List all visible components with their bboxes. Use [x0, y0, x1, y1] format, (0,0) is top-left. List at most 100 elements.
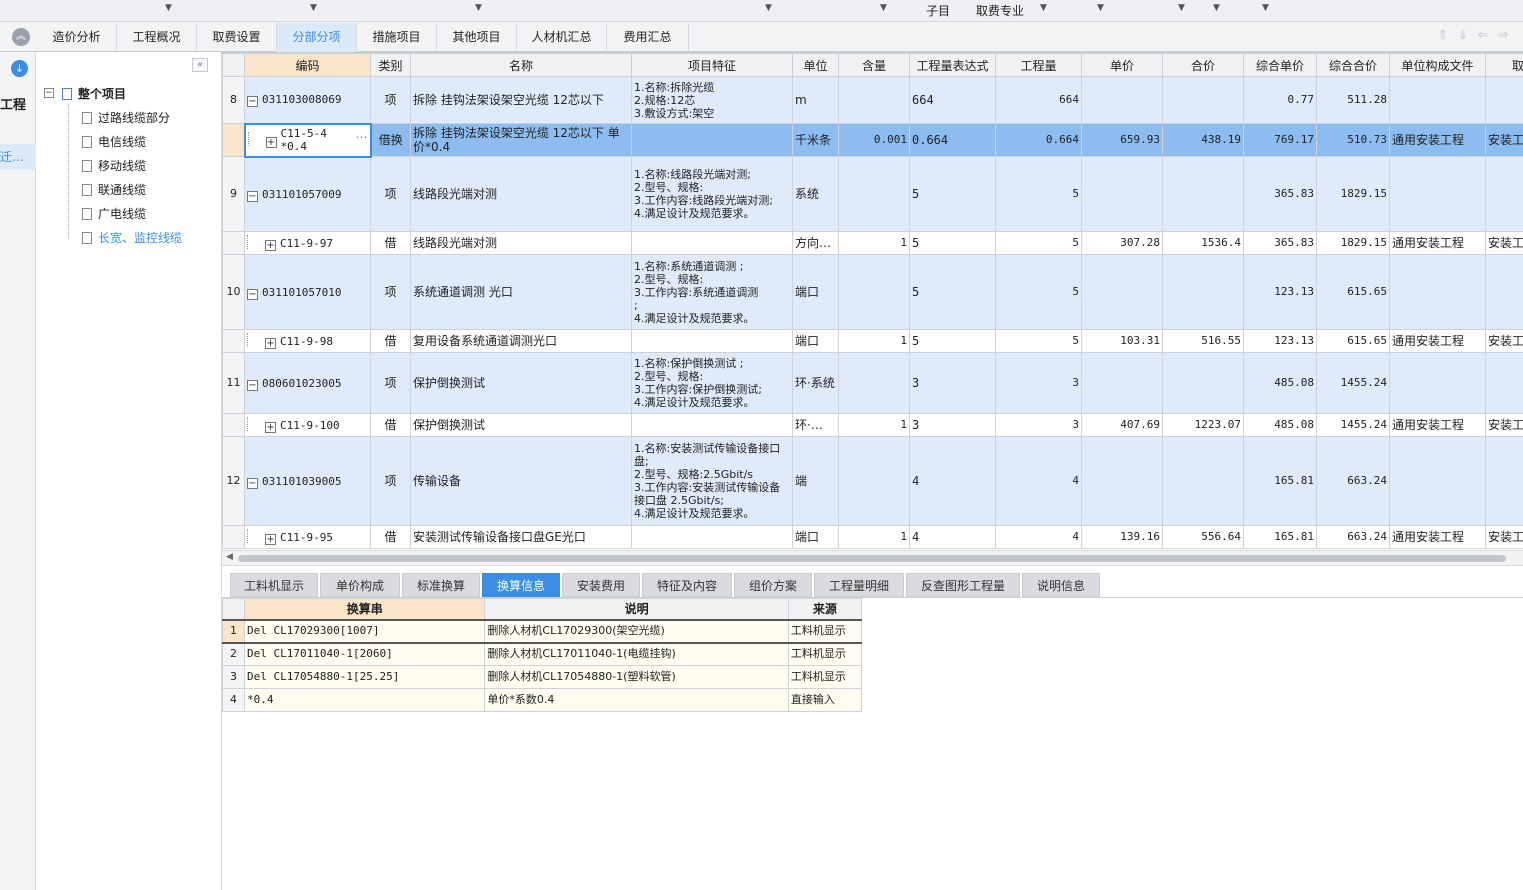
dropdown-arrow-icon[interactable]: ▼	[1262, 3, 1269, 13]
dropdown-arrow-icon[interactable]: ▼	[1213, 3, 1220, 13]
type-cell[interactable]: 项	[370, 254, 411, 330]
col-header-qty-expr[interactable]: 工程量表达式	[909, 53, 996, 77]
unit-cell[interactable]: 千米条	[792, 123, 839, 157]
composite-price-cell[interactable]: 485.08	[1243, 352, 1317, 414]
total-cell[interactable]	[1162, 156, 1244, 232]
tree-expand-icon[interactable]: −	[44, 88, 54, 98]
composite-total-cell[interactable]: 1829.15	[1316, 231, 1390, 255]
qty-cell[interactable]: 3	[995, 413, 1082, 437]
col-header-price-file[interactable]: 单位构成文件	[1389, 53, 1486, 77]
unit-price-cell[interactable]: 407.69	[1081, 413, 1163, 437]
code-cell[interactable]: −031103008069	[244, 76, 371, 124]
tab-features-content[interactable]: 特征及内容	[642, 573, 732, 597]
qty-cell[interactable]: 5	[995, 329, 1082, 353]
content-cell[interactable]	[838, 156, 910, 232]
fee-cell[interactable]	[1485, 436, 1523, 526]
tab-install-fees[interactable]: 安装费用	[562, 573, 640, 597]
price-file-cell[interactable]	[1389, 76, 1486, 124]
tree-root[interactable]: 整个项目	[62, 84, 126, 104]
code-cell[interactable]: + C11-9-97	[244, 231, 371, 255]
total-cell[interactable]: 1536.4	[1162, 231, 1244, 255]
price-file-cell[interactable]	[1389, 254, 1486, 330]
type-cell[interactable]: 项	[370, 352, 411, 414]
price-file-cell[interactable]: 通用安装工程	[1389, 413, 1486, 437]
code-cell[interactable]: + C11-9-98	[244, 329, 371, 353]
col-header-composite-total[interactable]: 综合合价	[1316, 53, 1390, 77]
unit-price-cell[interactable]	[1081, 156, 1163, 232]
tab-labor-material-summary[interactable]: 人材机汇总	[517, 23, 607, 52]
feature-cell[interactable]	[631, 123, 793, 157]
dropdown-arrow-icon[interactable]: ▼	[165, 3, 172, 13]
composite-price-cell[interactable]: 769.17	[1243, 123, 1317, 157]
content-cell[interactable]: 1	[838, 525, 910, 549]
type-cell[interactable]: 借	[370, 329, 411, 353]
tree-item[interactable]: 移动线缆	[82, 156, 146, 176]
feature-cell[interactable]	[631, 525, 793, 549]
content-cell[interactable]	[838, 76, 910, 124]
qty-cell[interactable]: 0.664	[995, 123, 1082, 157]
tree-item[interactable]: 电信线缆	[82, 132, 146, 152]
col-header-feature[interactable]: 项目特征	[631, 53, 793, 77]
expand-plus-icon[interactable]: +	[265, 422, 276, 433]
dropdown-arrow-icon[interactable]: ▼	[1040, 3, 1047, 13]
price-file-cell[interactable]	[1389, 352, 1486, 414]
qty-cell[interactable]: 664	[995, 76, 1082, 124]
total-cell[interactable]	[1162, 254, 1244, 330]
qty-cell[interactable]: 4	[995, 525, 1082, 549]
tab-reverse-check-graphic[interactable]: 反查图形工程量	[906, 573, 1020, 597]
col-header-code[interactable]: 编码	[244, 53, 371, 77]
quota-row[interactable]: + C11-9-98 借复用设备系统通道调测光口 端口 1 5 5 103.31 516.55 1…	[222, 329, 1523, 353]
scrollbar-thumb[interactable]	[238, 555, 1506, 562]
composite-total-cell[interactable]: 1455.24	[1316, 413, 1390, 437]
content-cell[interactable]	[838, 254, 910, 330]
tab-fee-summary[interactable]: 费用汇总	[607, 23, 689, 52]
move-right-icon[interactable]: ⇒	[1493, 28, 1513, 43]
tab-sub-items[interactable]: 分部分项	[277, 23, 357, 52]
feature-cell[interactable]: 1.名称:线路段光端对测; 2.型号、规格: 3.工作内容:线路段光端对测; 4…	[631, 156, 793, 232]
bill-item-row[interactable]: 9−031101057009 项线路段光端对测 1.名称:线路段光端对测; 2.型号…	[222, 156, 1523, 232]
expand-plus-icon[interactable]: +	[265, 338, 276, 349]
unit-cell[interactable]: 端口	[792, 329, 839, 353]
code-cell[interactable]: +C11-5-4 *0.4 ⋯	[243, 122, 372, 158]
unit-cell[interactable]: 端口	[792, 254, 839, 330]
name-cell[interactable]: 保护倒换测试	[410, 352, 632, 414]
qty-expr-cell[interactable]: 5	[909, 254, 996, 330]
dropdown-arrow-icon[interactable]: ▼	[880, 3, 887, 13]
unit-price-cell[interactable]	[1081, 76, 1163, 124]
qty-cell[interactable]: 4	[995, 436, 1082, 526]
total-cell[interactable]: 1223.07	[1162, 413, 1244, 437]
tab-pricing-scheme[interactable]: 组价方案	[734, 573, 812, 597]
conversion-row[interactable]: 3 Del CL17054880-1[25.25] 删除人材机CL1705488…	[221, 665, 863, 689]
conversion-row[interactable]: 2 Del CL17011040-1[2060] 删除人材机CL17011040…	[221, 642, 863, 666]
qty-expr-cell[interactable]: 3	[909, 352, 996, 414]
composite-price-cell[interactable]: 485.08	[1243, 413, 1317, 437]
col-header-total[interactable]: 合价	[1162, 53, 1244, 77]
conversion-row[interactable]: 4 *0.4 单价*系数0.4 直接输入	[221, 688, 863, 712]
scroll-left-icon[interactable]: ◀	[226, 552, 233, 562]
type-cell[interactable]: 借	[370, 525, 411, 549]
source-cell[interactable]: 工料机显示	[787, 665, 863, 689]
composite-total-cell[interactable]: 663.24	[1316, 525, 1390, 549]
total-cell[interactable]: 516.55	[1162, 329, 1244, 353]
collapse-minus-icon[interactable]: −	[247, 288, 258, 300]
unit-cell[interactable]: 系统	[792, 156, 839, 232]
feature-cell[interactable]: 1.名称:系统通道调测 ; 2.型号、规格: 3.工作内容:系统通道调测 ; 4…	[631, 254, 793, 330]
composite-total-cell[interactable]: 1829.15	[1316, 156, 1390, 232]
composite-total-cell[interactable]: 663.24	[1316, 436, 1390, 526]
qty-cell[interactable]: 5	[995, 156, 1082, 232]
tab-description-info[interactable]: 说明信息	[1022, 573, 1100, 597]
name-cell[interactable]: 线路段光端对测	[410, 231, 632, 255]
unit-price-cell[interactable]: 139.16	[1081, 525, 1163, 549]
move-down-icon[interactable]: ⇓	[1453, 28, 1473, 43]
rail-selected-item[interactable]: 迁...	[0, 144, 36, 170]
code-cell[interactable]: + C11-9-100	[244, 413, 371, 437]
fee-cell[interactable]: 安装工	[1485, 413, 1523, 437]
dropdown-arrow-icon[interactable]: ▼	[310, 3, 317, 13]
unit-cell[interactable]: m	[792, 76, 839, 124]
total-cell[interactable]: 556.64	[1162, 525, 1244, 549]
composite-total-cell[interactable]: 615.65	[1316, 254, 1390, 330]
bill-item-row[interactable]: 11−080601023005 项保护倒换测试 1.名称:保护倒换测试 ; 2.型号…	[222, 352, 1523, 414]
tab-project-overview[interactable]: 工程概况	[117, 23, 197, 52]
qty-cell[interactable]: 5	[995, 231, 1082, 255]
source-cell[interactable]: 直接输入	[787, 688, 863, 712]
